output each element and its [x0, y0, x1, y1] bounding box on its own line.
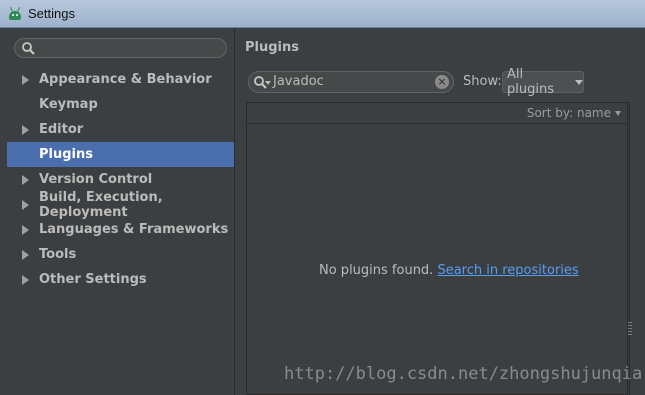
- chevron-down-icon: [575, 79, 583, 85]
- empty-state: No plugins found. Search in repositories: [319, 263, 579, 278]
- plugin-search-input[interactable]: Javadoc ×: [248, 71, 454, 93]
- sidebar-item-version-control[interactable]: Version Control: [7, 167, 234, 192]
- sidebar-item-label: Languages & Frameworks: [39, 222, 229, 237]
- plugin-search-value[interactable]: Javadoc: [273, 74, 324, 89]
- sidebar-item-label: Other Settings: [39, 272, 147, 287]
- clear-icon[interactable]: ×: [435, 75, 449, 89]
- sidebar-item-plugins[interactable]: Plugins: [7, 142, 234, 167]
- expand-arrow-icon[interactable]: [22, 274, 29, 285]
- search-history-dropdown-icon[interactable]: [265, 81, 271, 85]
- expand-arrow-icon[interactable]: [22, 174, 29, 185]
- expand-arrow-icon[interactable]: [22, 199, 29, 210]
- list-header: Sort by: name: [247, 103, 627, 124]
- expand-arrow-icon[interactable]: [22, 224, 29, 235]
- show-filter-value[interactable]: All plugins: [507, 67, 570, 97]
- sidebar-item-editor[interactable]: Editor: [7, 117, 234, 142]
- sidebar-item-label: Build, Execution, Deployment: [39, 189, 163, 220]
- search-in-repositories-link[interactable]: Search in repositories: [437, 263, 578, 278]
- chevron-down-icon: [615, 110, 621, 116]
- sidebar-item-label: Keymap: [39, 97, 98, 112]
- show-filter-select[interactable]: All plugins: [502, 67, 584, 97]
- search-icon: [22, 42, 35, 55]
- settings-sidebar: Appearance & Behavior Keymap Editor Plug…: [0, 28, 235, 395]
- sidebar-item-label: Editor: [39, 122, 84, 137]
- title-bar: Settings: [0, 0, 645, 28]
- plugins-panel: Plugins Javadoc × Show: All plugins Sort…: [236, 28, 645, 395]
- plugin-details-panel: [629, 102, 645, 395]
- plugins-list[interactable]: Sort by: name No plugins found. Search i…: [246, 102, 628, 395]
- empty-state-text: No plugins found.: [319, 263, 434, 278]
- sidebar-item-appearance-behavior[interactable]: Appearance & Behavior: [7, 67, 234, 92]
- expand-arrow-icon[interactable]: [22, 124, 29, 135]
- expand-arrow-icon[interactable]: [22, 249, 29, 260]
- sidebar-item-tools[interactable]: Tools: [7, 242, 234, 267]
- settings-search-input[interactable]: [14, 38, 227, 58]
- sort-by-label[interactable]: Sort by: name: [527, 106, 611, 120]
- sidebar-item-other-settings[interactable]: Other Settings: [7, 267, 234, 292]
- sidebar-item-label: Appearance & Behavior: [39, 72, 212, 87]
- splitter-handle[interactable]: [628, 322, 632, 336]
- sidebar-item-languages-frameworks[interactable]: Languages & Frameworks: [7, 217, 234, 242]
- android-studio-icon: [8, 6, 22, 21]
- page-title: Plugins: [245, 40, 299, 55]
- sidebar-item-label: Version Control: [39, 172, 153, 187]
- sidebar-item-keymap[interactable]: Keymap: [7, 92, 234, 117]
- show-label: Show:: [463, 74, 502, 89]
- sidebar-item-label: Tools: [39, 247, 77, 262]
- sidebar-item-build-execution-deployment[interactable]: Build, Execution, Deployment: [7, 189, 234, 220]
- window-title: Settings: [28, 6, 75, 21]
- sidebar-item-label: Plugins: [39, 147, 93, 162]
- expand-arrow-icon[interactable]: [22, 74, 29, 85]
- sort-by-button[interactable]: Sort by: name: [527, 106, 621, 120]
- watermark: http://blog.csdn.net/zhongshujunqia: [284, 364, 643, 384]
